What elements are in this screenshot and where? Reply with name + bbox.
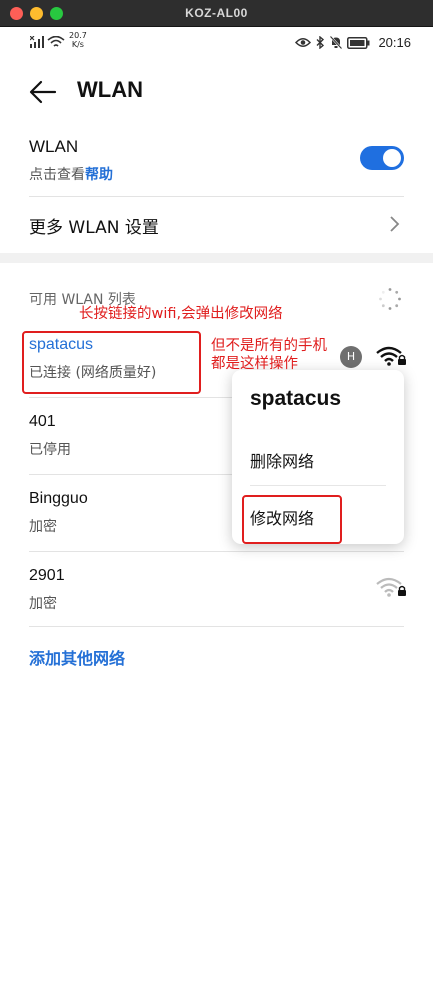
divider (29, 196, 404, 197)
page-title: WLAN (77, 77, 143, 102)
chevron-right-icon (390, 216, 400, 232)
annotation-highlight-connected-network (22, 331, 201, 394)
window-titlebar: KOZ-AL00 (0, 0, 433, 27)
wlan-label: WLAN (29, 137, 79, 156)
wifi-locked-icon (376, 577, 406, 597)
wifi-status-icon (47, 36, 65, 47)
context-menu-title: spatacus (250, 387, 342, 410)
signal-icon (30, 36, 44, 48)
annotation-highlight-modify-network (242, 495, 342, 544)
annotation-note-not-all-phones-2: 都是这样操作 (211, 356, 298, 372)
divider (29, 626, 404, 627)
network-item-2901[interactable]: 2901 加密 (0, 567, 433, 623)
battery-icon (347, 36, 370, 49)
network-status: 加密 (29, 596, 57, 612)
network-status: 已停用 (29, 442, 71, 458)
annotation-note-not-all-phones-1: 但不是所有的手机 (211, 338, 327, 354)
network-status: 加密 (29, 519, 57, 535)
add-other-network-link[interactable]: 添加其他网络 (29, 645, 125, 669)
switch-knob (383, 149, 401, 167)
wifi-locked-icon (376, 346, 406, 366)
back-button[interactable] (28, 78, 58, 106)
network-speed: 20.7 K/s (69, 31, 87, 49)
wlan-help-text: 点击查看帮助 (29, 167, 113, 183)
network-name: 2901 (29, 567, 65, 584)
divider (250, 485, 386, 486)
section-separator (0, 253, 433, 263)
status-time: 20:16 (378, 35, 411, 50)
divider (29, 551, 404, 552)
window-title: KOZ-AL00 (185, 6, 248, 20)
network-name: Bingguo (29, 490, 88, 507)
bluetooth-icon (316, 36, 325, 49)
wlan-toggle-row[interactable]: WLAN 点击查看帮助 (0, 130, 433, 190)
avatar: H (340, 346, 362, 368)
wlan-switch[interactable] (360, 146, 404, 170)
more-wlan-settings-row[interactable]: 更多 WLAN 设置 (0, 200, 433, 248)
annotation-note-long-press: 长按链接的wifi,会弹出修改网络 (79, 306, 283, 322)
network-name: 401 (29, 413, 56, 430)
help-link[interactable]: 帮助 (85, 167, 113, 183)
status-bar: 20.7 K/s 20:16 (0, 27, 433, 59)
more-wlan-settings-label: 更多 WLAN 设置 (29, 218, 159, 238)
back-arrow-icon (29, 80, 57, 104)
mute-bell-icon (330, 36, 343, 49)
forget-network-menu-item[interactable]: 删除网络 (250, 448, 314, 472)
eye-icon (295, 38, 312, 47)
loading-spinner-icon (379, 288, 401, 310)
